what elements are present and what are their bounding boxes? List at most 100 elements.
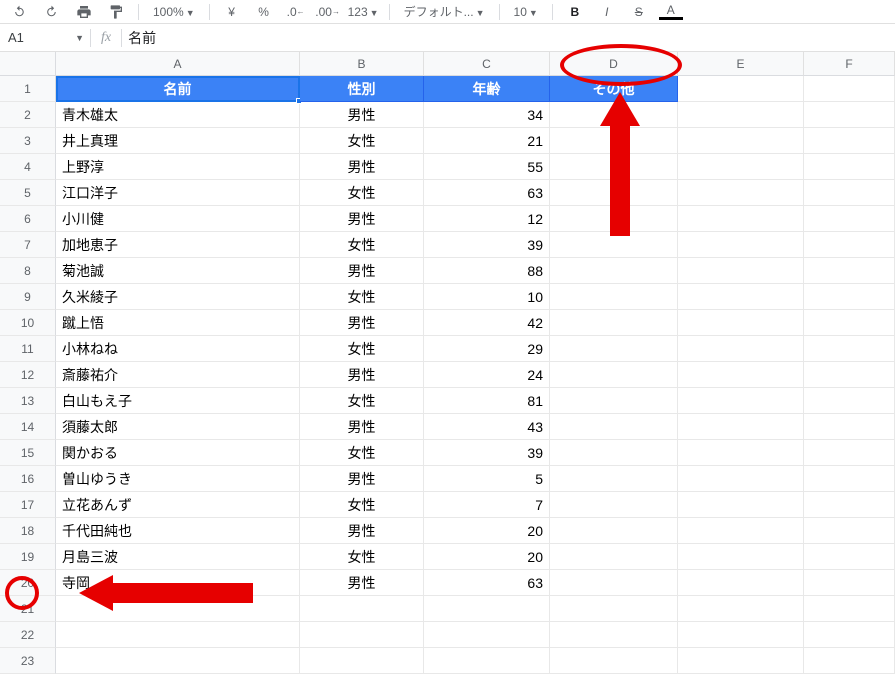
column-header-c[interactable]: C bbox=[424, 52, 550, 76]
cell[interactable] bbox=[550, 336, 678, 362]
percent-icon[interactable]: % bbox=[252, 2, 276, 22]
cell[interactable] bbox=[550, 128, 678, 154]
row-header[interactable]: 3 bbox=[0, 128, 56, 154]
row-header[interactable]: 7 bbox=[0, 232, 56, 258]
cell[interactable]: 女性 bbox=[300, 544, 424, 570]
cell[interactable] bbox=[804, 76, 895, 102]
cell[interactable] bbox=[56, 622, 300, 648]
cell[interactable]: 39 bbox=[424, 440, 550, 466]
zoom-dropdown[interactable]: 100%▼ bbox=[149, 5, 199, 19]
text-color-button[interactable]: A bbox=[659, 4, 683, 20]
row-header[interactable]: 4 bbox=[0, 154, 56, 180]
cell[interactable] bbox=[678, 466, 804, 492]
cell[interactable] bbox=[678, 206, 804, 232]
row-header[interactable]: 23 bbox=[0, 648, 56, 674]
cell[interactable]: 12 bbox=[424, 206, 550, 232]
row-header[interactable]: 17 bbox=[0, 492, 56, 518]
cell[interactable]: 81 bbox=[424, 388, 550, 414]
cell[interactable] bbox=[300, 622, 424, 648]
column-header-a[interactable]: A bbox=[56, 52, 300, 76]
cell[interactable] bbox=[678, 102, 804, 128]
cell[interactable] bbox=[678, 440, 804, 466]
cell[interactable]: 63 bbox=[424, 570, 550, 596]
column-header-e[interactable]: E bbox=[678, 52, 804, 76]
cell[interactable] bbox=[804, 622, 895, 648]
cell[interactable]: 白山もえ子 bbox=[56, 388, 300, 414]
cell[interactable] bbox=[804, 492, 895, 518]
cell[interactable]: 江口洋子 bbox=[56, 180, 300, 206]
header-cell-name[interactable]: 名前 bbox=[56, 76, 300, 102]
cell[interactable] bbox=[678, 232, 804, 258]
print-icon[interactable] bbox=[72, 2, 96, 22]
row-header[interactable]: 19 bbox=[0, 544, 56, 570]
cell[interactable] bbox=[550, 154, 678, 180]
cell[interactable]: 34 bbox=[424, 102, 550, 128]
cell[interactable]: 青木雄太 bbox=[56, 102, 300, 128]
cell[interactable] bbox=[550, 232, 678, 258]
cell[interactable]: 男性 bbox=[300, 102, 424, 128]
cell[interactable]: 女性 bbox=[300, 492, 424, 518]
cell[interactable] bbox=[550, 206, 678, 232]
cell[interactable] bbox=[550, 362, 678, 388]
cell[interactable] bbox=[678, 128, 804, 154]
cell[interactable] bbox=[300, 596, 424, 622]
cell[interactable] bbox=[550, 180, 678, 206]
row-header[interactable]: 8 bbox=[0, 258, 56, 284]
cell[interactable] bbox=[804, 570, 895, 596]
cell[interactable] bbox=[804, 440, 895, 466]
cell[interactable]: 63 bbox=[424, 180, 550, 206]
cell[interactable]: 男性 bbox=[300, 570, 424, 596]
cell[interactable] bbox=[678, 492, 804, 518]
cell[interactable] bbox=[678, 76, 804, 102]
formula-input[interactable]: 名前 bbox=[122, 28, 895, 48]
row-header[interactable]: 20 bbox=[0, 570, 56, 596]
cell[interactable] bbox=[678, 518, 804, 544]
row-header[interactable]: 18 bbox=[0, 518, 56, 544]
cell[interactable] bbox=[56, 648, 300, 674]
cell[interactable]: 55 bbox=[424, 154, 550, 180]
cell[interactable]: 10 bbox=[424, 284, 550, 310]
row-header[interactable]: 9 bbox=[0, 284, 56, 310]
strikethrough-button[interactable]: S bbox=[627, 2, 651, 22]
cell[interactable] bbox=[550, 440, 678, 466]
cell[interactable]: 曽山ゆうき bbox=[56, 466, 300, 492]
cell[interactable] bbox=[804, 232, 895, 258]
cell[interactable] bbox=[550, 466, 678, 492]
cell[interactable] bbox=[678, 154, 804, 180]
cell[interactable] bbox=[804, 544, 895, 570]
cell[interactable] bbox=[424, 622, 550, 648]
cell[interactable]: 上野淳 bbox=[56, 154, 300, 180]
decrease-decimal-icon[interactable]: .0← bbox=[284, 2, 308, 22]
cell[interactable] bbox=[678, 180, 804, 206]
cell[interactable] bbox=[550, 492, 678, 518]
cell[interactable]: 男性 bbox=[300, 414, 424, 440]
cell[interactable] bbox=[678, 258, 804, 284]
cell[interactable] bbox=[678, 284, 804, 310]
cell[interactable]: 久米綾子 bbox=[56, 284, 300, 310]
cell[interactable] bbox=[678, 336, 804, 362]
select-all-corner[interactable] bbox=[0, 52, 56, 76]
cell[interactable]: 女性 bbox=[300, 284, 424, 310]
cell[interactable] bbox=[550, 414, 678, 440]
header-cell-other[interactable]: その他 bbox=[550, 76, 678, 102]
cell[interactable] bbox=[678, 622, 804, 648]
cell[interactable] bbox=[804, 336, 895, 362]
cell[interactable] bbox=[678, 648, 804, 674]
cell[interactable] bbox=[550, 622, 678, 648]
cell[interactable] bbox=[678, 596, 804, 622]
cell[interactable]: 39 bbox=[424, 232, 550, 258]
cell[interactable] bbox=[550, 102, 678, 128]
more-formats-dropdown[interactable]: 123▼ bbox=[348, 5, 379, 19]
cell[interactable] bbox=[804, 466, 895, 492]
row-header[interactable]: 11 bbox=[0, 336, 56, 362]
cell[interactable] bbox=[804, 284, 895, 310]
row-header[interactable]: 22 bbox=[0, 622, 56, 648]
cell[interactable] bbox=[678, 388, 804, 414]
cell[interactable]: 女性 bbox=[300, 180, 424, 206]
cell[interactable]: 関かおる bbox=[56, 440, 300, 466]
cell[interactable]: 男性 bbox=[300, 362, 424, 388]
cell[interactable] bbox=[804, 128, 895, 154]
cell[interactable] bbox=[804, 596, 895, 622]
row-header[interactable]: 12 bbox=[0, 362, 56, 388]
cell[interactable] bbox=[804, 388, 895, 414]
